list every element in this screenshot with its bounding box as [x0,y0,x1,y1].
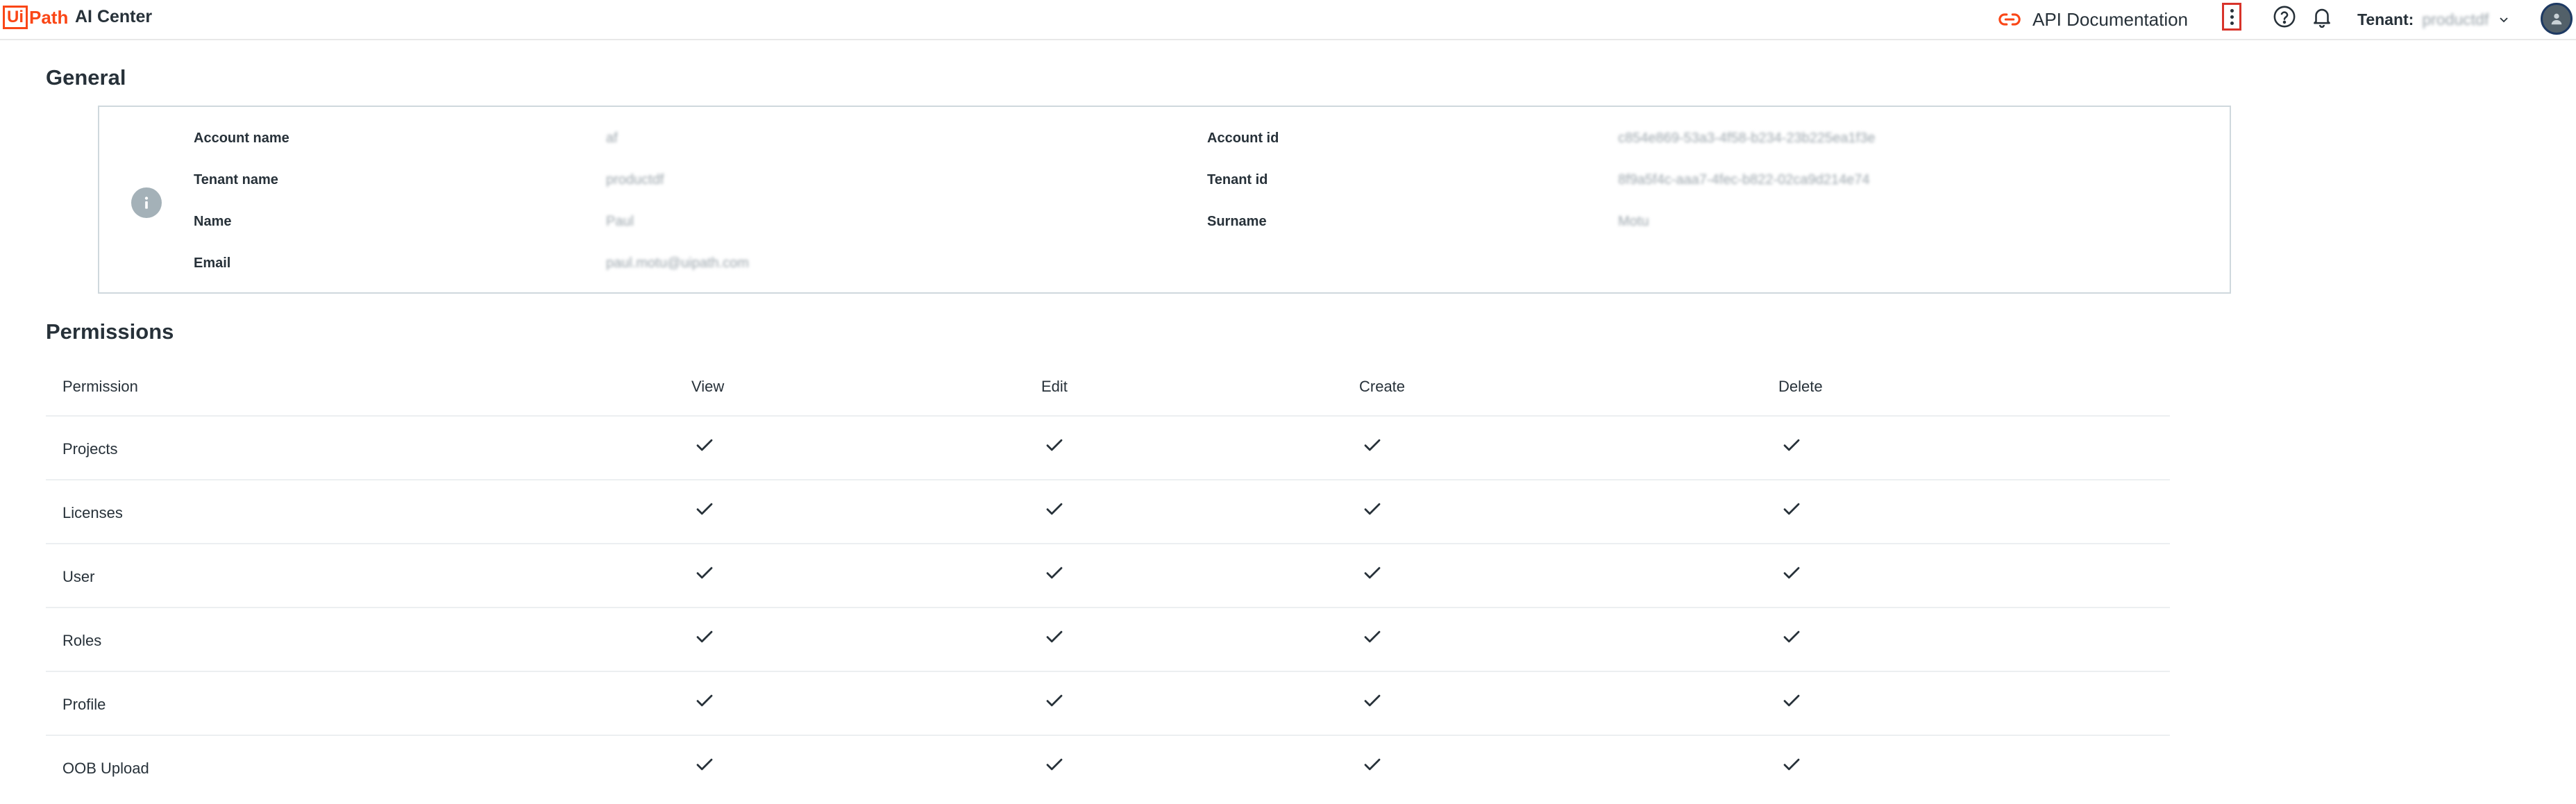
logo-rest-text: Path [29,6,69,28]
check-icon [694,435,715,455]
check-icon [1781,754,1802,775]
top-header: Ui Path AI Center API Documentation Tena… [0,0,2576,40]
check-icon [1044,754,1065,775]
logo-box-text: Ui [3,6,28,29]
tenant-id-label: Tenant id [1207,172,1268,187]
check-icon [1362,626,1383,647]
permissions-title: Permissions [46,319,174,344]
kebab-menu-button[interactable] [2222,3,2241,31]
permission-name: OOB Upload [62,760,149,777]
table-row: User [46,543,2170,607]
product-name: AI Center [75,7,153,26]
check-icon [694,754,715,775]
check-icon [1044,690,1065,711]
check-icon [694,690,715,711]
column-header-create: Create [1359,378,1406,395]
check-icon [1362,754,1383,775]
check-icon [694,562,715,583]
column-header-edit: Edit [1041,378,1068,395]
check-icon [1781,435,1802,455]
table-row: Profile [46,671,2170,735]
link-icon [1998,13,2021,26]
table-row: Projects [46,415,2170,479]
surname-label: Surname [1207,214,1267,229]
check-icon [1044,499,1065,519]
check-icon [1362,562,1383,583]
table-row: Licenses [46,479,2170,543]
general-title: General [46,65,126,90]
name-value: Paul [606,214,634,229]
account-id-value: c854e869-53a3-4f58-b234-23b225ea1f3e [1618,131,1876,146]
permission-name: Licenses [62,504,123,521]
column-header-view: View [691,378,725,395]
avatar-icon [2551,13,2562,25]
chevron-down-icon [2500,17,2508,23]
check-icon [1781,499,1802,519]
check-icon [1781,562,1802,583]
account-name-label: Account name [194,131,289,146]
surname-value: Motu [1618,214,1649,229]
check-icon [1781,690,1802,711]
check-icon [1044,435,1065,455]
check-icon [1362,435,1383,455]
check-icon [1362,499,1383,519]
table-row: Roles [46,607,2170,671]
api-documentation-label: API Documentation [2032,8,2189,30]
account-name-value: af [606,131,618,146]
check-icon [1781,626,1802,647]
api-documentation-link[interactable]: API Documentation [1998,6,2188,33]
email-value: paul.motu@uipath.com [606,256,749,271]
kebab-menu-icon [2230,8,2234,12]
check-icon [1044,626,1065,647]
check-icon [694,499,715,519]
check-icon [1362,690,1383,711]
user-avatar[interactable] [2541,3,2573,35]
general-info-card: Account name af Account id c854e869-53a3… [98,106,2231,294]
info-icon [131,187,162,218]
tenant-value: productdf [2422,10,2489,28]
name-label: Name [194,214,232,229]
column-header-delete: Delete [1778,378,1823,395]
permission-name: User [62,568,95,585]
permission-name: Projects [62,440,118,458]
tenant-label: Tenant: [2357,10,2414,28]
email-label: Email [194,256,231,271]
tenant-name-value: productdf [606,172,664,187]
tenant-name-label: Tenant name [194,172,278,187]
account-id-label: Account id [1207,131,1279,146]
column-header-permission: Permission [62,378,138,395]
tenant-selector[interactable]: Tenant: productdf [2357,7,2509,32]
help-icon[interactable] [2273,5,2296,28]
permission-name: Roles [62,632,102,649]
check-icon [694,626,715,647]
uipath-logo[interactable]: Ui Path [3,4,68,31]
permission-name: Profile [62,696,106,713]
tenant-id-value: 8f9a5f4c-aaa7-4fec-b822-02ca9d214e74 [1618,172,1870,187]
bell-icon[interactable] [2310,5,2334,28]
check-icon [1044,562,1065,583]
table-row: OOB Upload [46,735,2170,798]
